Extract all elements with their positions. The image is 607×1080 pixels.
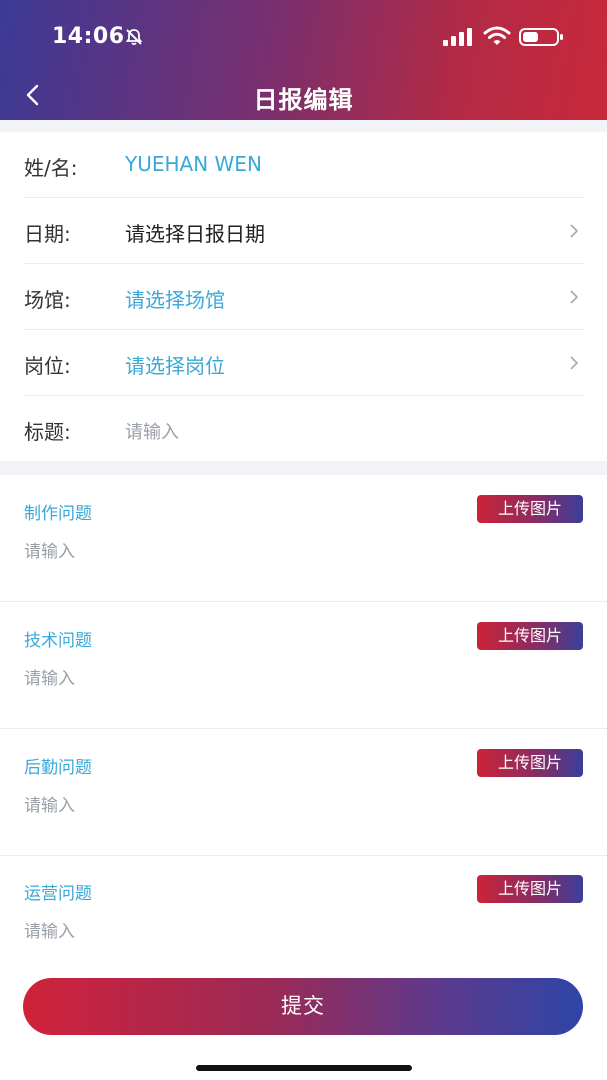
chevron-right-icon [570,224,579,238]
date-label: 日期: [24,222,71,246]
operations-issues-section: 运营问题 上传图片 请输入 [0,855,607,982]
section-title: 运营问题 [24,884,92,904]
position-row[interactable]: 岗位: 请选择岗位 [0,330,607,396]
submit-button[interactable]: 提交 [23,978,583,1035]
name-row: 姓/名: YUEHAN WEN [0,132,607,198]
name-label: 姓/名: [24,156,78,180]
name-value: YUEHAN WEN [125,152,262,176]
section-title: 技术问题 [24,631,92,651]
status-bar: 14:06 [0,0,607,70]
status-time: 14:06 [52,24,125,49]
date-select[interactable]: 请选择日报日期 [125,218,265,247]
section-title: 后勤问题 [24,758,92,778]
upload-image-button[interactable]: 上传图片 [477,875,583,903]
upload-image-button[interactable]: 上传图片 [477,749,583,777]
issue-textarea[interactable]: 请输入 [24,537,75,562]
app-header: 14:06 日报编辑 [0,0,607,120]
production-issues-section: 制作问题 上传图片 请输入 [0,475,607,602]
issue-textarea[interactable]: 请输入 [24,791,75,816]
date-row[interactable]: 日期: 请选择日报日期 [0,198,607,264]
venue-select[interactable]: 请选择场馆 [125,284,225,313]
technical-issues-section: 技术问题 上传图片 请输入 [0,602,607,729]
home-indicator[interactable] [196,1065,412,1071]
venue-label: 场馆: [24,288,71,312]
title-input[interactable]: 请输入 [125,418,179,444]
logistics-issues-section: 后勤问题 上传图片 请输入 [0,729,607,856]
section-spacer [0,120,607,132]
title-row: 标题: 请输入 [0,396,607,462]
chevron-right-icon [570,356,579,370]
section-title: 制作问题 [24,504,92,524]
position-select[interactable]: 请选择岗位 [125,350,225,379]
title-label: 标题: [24,420,71,444]
upload-image-button[interactable]: 上传图片 [477,495,583,523]
cellular-signal-icon [443,28,472,46]
upload-image-button[interactable]: 上传图片 [477,622,583,650]
issue-textarea[interactable]: 请输入 [24,664,75,689]
chevron-right-icon [570,290,579,304]
position-label: 岗位: [24,354,71,378]
battery-icon [519,28,563,46]
page-title: 日报编辑 [253,86,354,114]
section-spacer [0,461,607,475]
issue-textarea[interactable]: 请输入 [24,917,75,942]
bell-muted-icon [125,29,143,46]
venue-row[interactable]: 场馆: 请选择场馆 [0,264,607,330]
wifi-icon [483,26,511,45]
